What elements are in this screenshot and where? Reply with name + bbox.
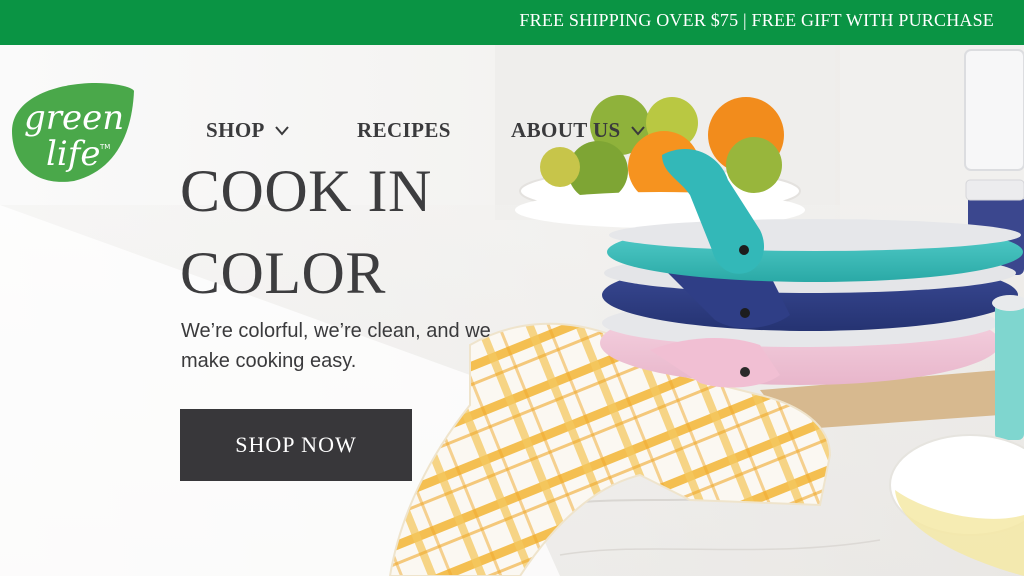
nav-about-label: ABOUT US bbox=[511, 118, 621, 142]
promo-text: FREE SHIPPING OVER $75 | FREE GIFT WITH … bbox=[519, 10, 994, 30]
nav-shop-label: SHOP bbox=[206, 118, 265, 142]
svg-text:green: green bbox=[24, 98, 124, 138]
promo-bar: FREE SHIPPING OVER $75 | FREE GIFT WITH … bbox=[0, 0, 1024, 45]
hero-banner: green life TM SHOP RECIPES ABOUT US COOK… bbox=[0, 45, 1024, 576]
shop-now-button[interactable]: SHOP NOW bbox=[180, 409, 412, 481]
nav-shop[interactable]: SHOP bbox=[206, 118, 289, 143]
nav-about-us[interactable]: ABOUT US bbox=[511, 118, 645, 143]
hero-subtext: We’re colorful, we’re clean, and we make… bbox=[181, 320, 491, 372]
svg-text:life: life bbox=[46, 134, 100, 174]
chevron-down-icon bbox=[275, 125, 289, 136]
nav-recipes[interactable]: RECIPES bbox=[357, 118, 451, 143]
chevron-down-icon bbox=[630, 125, 645, 136]
svg-text:TM: TM bbox=[99, 143, 110, 151]
greenlife-logo[interactable]: green life TM bbox=[4, 81, 136, 185]
hero-headline: COOK IN COLOR bbox=[180, 150, 540, 314]
headline-line2: COLOR bbox=[180, 240, 386, 306]
headline-line1: COOK IN bbox=[180, 158, 432, 224]
nav-recipes-label: RECIPES bbox=[357, 118, 451, 142]
